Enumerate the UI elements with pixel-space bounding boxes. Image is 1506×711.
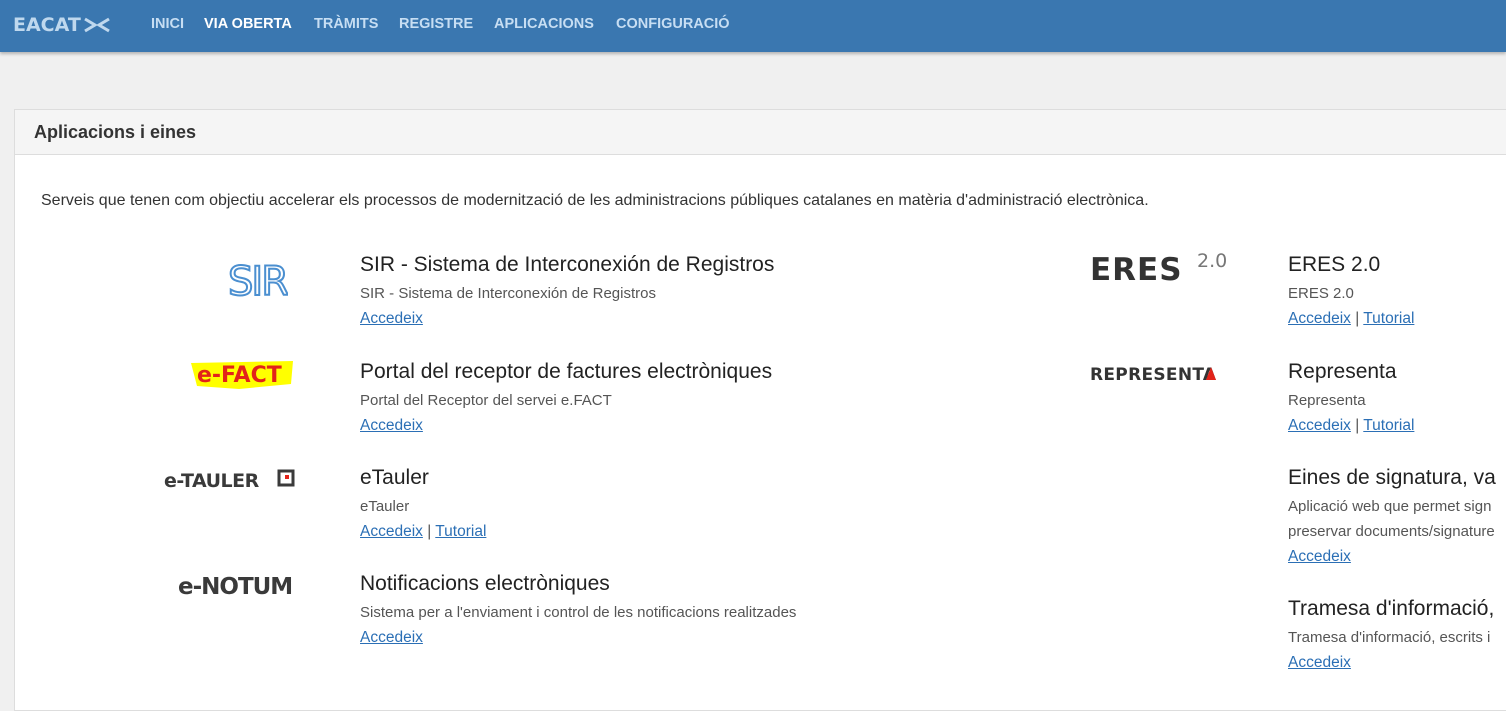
app-etauler: eTauler eTauler Accedeix | Tutorial: [360, 466, 486, 542]
app-title: ERES 2.0: [1288, 253, 1381, 276]
app-title: Eines de signatura, va: [1288, 466, 1496, 489]
app-description: SIR - Sistema de Interconexión de Regist…: [360, 285, 656, 302]
link-separator: |: [1355, 310, 1360, 327]
representa-logo: REPRESENTA: [1090, 362, 1230, 391]
efact-logo: e-FACT: [191, 359, 301, 396]
nav-via-oberta[interactable]: VIA OBERTA: [204, 16, 292, 32]
tutorial-link[interactable]: Tutorial: [435, 523, 486, 540]
sir-logo: SIR: [227, 255, 291, 310]
app-description: Portal del Receptor del servei e.FACT: [360, 392, 612, 409]
nav-inici[interactable]: INICI: [151, 16, 184, 32]
app-description: Tramesa d'informació, escrits i: [1288, 629, 1491, 646]
app-tramesa-informacio: Tramesa d'informació, Tramesa d'informac…: [1288, 597, 1494, 673]
accedeix-link[interactable]: Accedeix: [360, 523, 423, 540]
panel-intro-text: Serveis que tenen com objectiu accelerar…: [41, 192, 1149, 209]
app-title: Representa: [1288, 360, 1397, 383]
top-navbar: EACAT INICI VIA OBERTA TRÀMITS REGISTRE …: [0, 0, 1506, 52]
nav-aplicacions[interactable]: APLICACIONS: [494, 16, 594, 32]
etauler-logo: e-TAULER: [164, 467, 304, 498]
link-separator: |: [1355, 417, 1360, 434]
applications-panel: Aplicacions i eines Serveis que tenen co…: [14, 109, 1506, 711]
app-title: eTauler: [360, 466, 429, 489]
app-description: eTauler: [360, 498, 410, 515]
representa-logo-text: REPRESENTA: [1090, 365, 1217, 385]
nav-tramits[interactable]: TRÀMITS: [314, 16, 378, 32]
enotum-logo-text: e-NOTUM: [178, 574, 292, 600]
accedeix-link[interactable]: Accedeix: [1288, 548, 1351, 565]
panel-heading: Aplicacions i eines: [15, 110, 1506, 155]
etauler-logo-text: e-TAULER: [164, 470, 260, 492]
app-enotum: Notificacions electròniques Sistema per …: [360, 572, 796, 648]
app-description-line2: preservar documents/signature: [1288, 523, 1495, 540]
eres-logo-version: 2.0: [1197, 250, 1227, 272]
nav-registre[interactable]: REGISTRE: [399, 16, 473, 32]
link-separator: |: [427, 523, 432, 540]
nav-configuracio[interactable]: CONFIGURACIÓ: [616, 16, 730, 32]
brand-text: EACAT: [13, 14, 81, 36]
app-representa: Representa Representa Accedeix | Tutoria…: [1288, 360, 1414, 436]
efact-logo-text: e-FACT: [197, 363, 282, 388]
app-title: Notificacions electròniques: [360, 572, 610, 595]
app-sir: SIR - Sistema de Interconexión de Regist…: [360, 253, 774, 329]
accedeix-link[interactable]: Accedeix: [1288, 417, 1351, 434]
eres-logo: ERES 2.0: [1090, 247, 1230, 292]
eres-logo-text: ERES: [1090, 252, 1183, 287]
accedeix-link[interactable]: Accedeix: [360, 417, 423, 434]
app-description: Aplicació web que permet sign: [1288, 498, 1492, 515]
app-efact: Portal del receptor de factures electròn…: [360, 360, 772, 436]
app-eines-signatura: Eines de signatura, va Aplicació web que…: [1288, 466, 1496, 567]
accedeix-link[interactable]: Accedeix: [1288, 310, 1351, 327]
app-title: Portal del receptor de factures electròn…: [360, 360, 773, 383]
accedeix-link[interactable]: Accedeix: [360, 629, 423, 646]
app-title: Tramesa d'informació,: [1288, 597, 1495, 620]
app-description: Representa: [1288, 392, 1366, 409]
eacat-logo[interactable]: EACAT: [13, 13, 111, 37]
tutorial-link[interactable]: Tutorial: [1363, 310, 1414, 327]
app-description: ERES 2.0: [1288, 285, 1354, 302]
brand-arrows-icon: [84, 17, 110, 33]
app-description: Sistema per a l'enviament i control de l…: [360, 604, 797, 621]
enotum-logo: e-NOTUM: [178, 570, 308, 605]
tutorial-link[interactable]: Tutorial: [1363, 417, 1414, 434]
app-eres: ERES 2.0 ERES 2.0 Accedeix | Tutorial: [1288, 253, 1414, 329]
panel-title: Aplicacions i eines: [34, 122, 197, 142]
accedeix-link[interactable]: Accedeix: [360, 310, 423, 327]
app-title: SIR - Sistema de Interconexión de Regist…: [360, 253, 775, 276]
sir-logo-text: SIR: [228, 259, 288, 305]
